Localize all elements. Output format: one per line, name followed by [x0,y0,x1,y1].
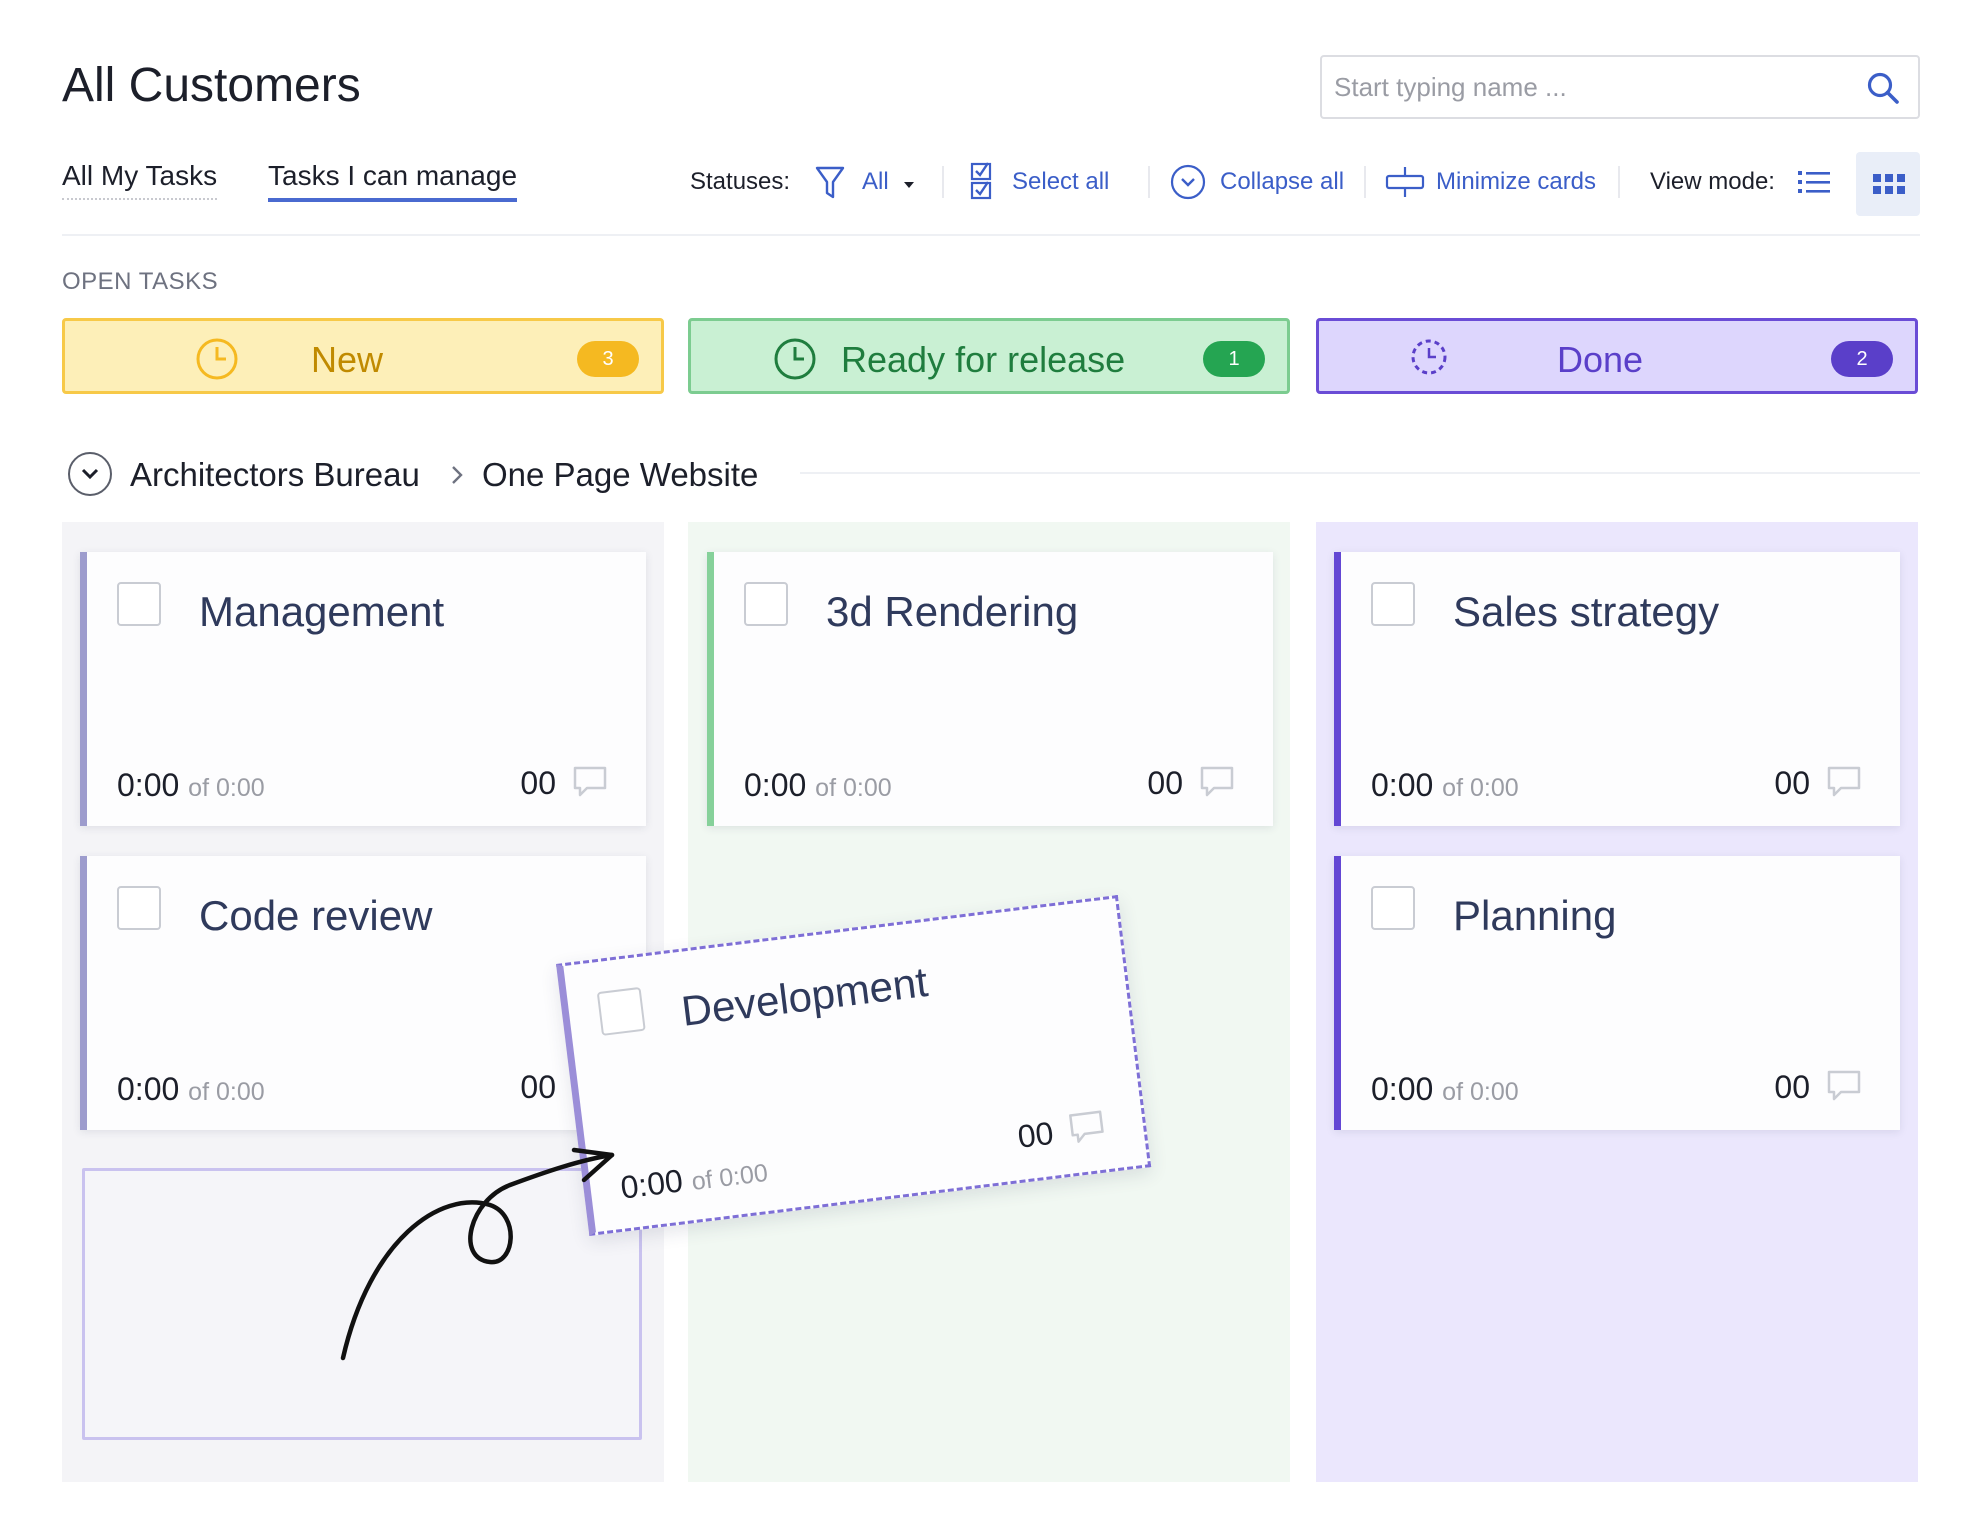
grid-view-button[interactable] [1856,152,1920,216]
task-title[interactable]: Sales strategy [1453,588,1719,636]
status-count-badge: 3 [577,341,639,377]
comment-icon[interactable] [1826,764,1862,800]
task-checkbox[interactable] [1371,886,1415,930]
task-time: 0:00 of 0:00 [1371,1071,1519,1107]
page-title: All Customers [62,59,361,112]
status-label: Ready for release [841,339,1126,380]
task-time: 0:00 of 0:00 [117,767,265,803]
grid-view-icon [1873,174,1905,194]
breadcrumb-divider-line [800,472,1920,474]
caret-down-icon[interactable] [902,180,916,190]
select-all-button[interactable]: Select all [1012,168,1109,196]
task-title[interactable]: Development [679,958,930,1036]
comment-count: 00 [1774,1069,1810,1105]
task-checkbox[interactable] [596,986,646,1036]
collapse-all-icon[interactable] [1170,164,1206,200]
task-card-sales-strategy[interactable]: Sales strategy 0:00 of 0:00 00 [1334,552,1900,826]
comment-count: 00 [1015,1114,1056,1155]
breadcrumb-project[interactable]: One Page Website [482,456,758,494]
task-card-planning[interactable]: Planning 0:00 of 0:00 00 [1334,856,1900,1130]
status-label: New [311,339,384,380]
status-header-new[interactable]: New 3 [62,318,664,394]
task-time: 0:00 of 0:00 [117,1071,265,1107]
comment-icon[interactable] [1199,764,1235,800]
statuses-label: Statuses: [690,168,791,195]
toolbar-divider [1148,166,1150,198]
clock-icon [774,338,816,380]
statuses-dropdown[interactable]: All [862,168,889,196]
comment-count: 00 [520,765,556,801]
task-time: 0:00 of 0:00 [1371,767,1519,803]
toolbar-divider [1618,166,1620,198]
task-title[interactable]: 3d Rendering [826,588,1078,636]
task-time: 0:00 of 0:00 [618,1158,770,1206]
task-title[interactable]: Code review [199,892,432,940]
task-checkbox[interactable] [1371,582,1415,626]
chevron-right-icon [452,466,463,484]
search-box[interactable] [1320,55,1920,119]
task-title[interactable]: Planning [1453,892,1616,940]
tab-all-my-tasks[interactable]: All My Tasks [62,160,218,200]
statuses-value: All [862,168,889,195]
status-count-badge: 1 [1203,341,1265,377]
status-label: Done [1557,339,1644,380]
toolbar-divider-line [62,234,1920,236]
comment-icon[interactable] [1067,1107,1107,1147]
minimize-cards-icon[interactable] [1384,166,1426,198]
toolbar-divider [942,166,944,198]
task-card-3d-rendering[interactable]: 3d Rendering 0:00 of 0:00 00 [707,552,1273,826]
task-checkbox[interactable] [744,582,788,626]
collapse-all-button[interactable]: Collapse all [1220,168,1344,196]
clock-icon [196,338,238,380]
status-header-done[interactable]: Done 2 [1316,318,1918,394]
minimize-cards-button[interactable]: Minimize cards [1436,168,1596,196]
toolbar-divider [1364,166,1366,198]
drop-zone-placeholder[interactable] [82,1168,642,1440]
comment-icon[interactable] [572,764,608,800]
comment-count: 00 [1147,765,1183,801]
list-view-icon[interactable] [1796,168,1832,196]
comment-count: 00 [1774,765,1810,801]
filter-icon[interactable] [814,164,846,202]
search-icon[interactable] [1866,71,1900,105]
status-count-badge: 2 [1831,341,1893,377]
task-title[interactable]: Management [199,588,444,636]
dashed-clock-icon [1411,339,1447,375]
comment-count: 00 [520,1069,556,1105]
view-mode-label: View mode: [1650,168,1775,195]
search-input[interactable] [1322,57,1842,117]
section-label: OPEN TASKS [62,268,219,295]
chevron-down-icon [81,468,99,480]
task-checkbox[interactable] [117,886,161,930]
task-checkbox[interactable] [117,582,161,626]
collapse-project-toggle[interactable] [68,452,112,496]
breadcrumb-client[interactable]: Architectors Bureau [130,456,420,494]
task-time: 0:00 of 0:00 [744,767,892,803]
tab-tasks-i-can-manage[interactable]: Tasks I can manage [268,160,518,202]
task-card-management[interactable]: Management 0:00 of 0:00 00 [80,552,646,826]
select-all-icon[interactable] [968,160,996,202]
comment-icon[interactable] [1826,1068,1862,1104]
status-header-ready-for-release[interactable]: Ready for release 1 [688,318,1290,394]
